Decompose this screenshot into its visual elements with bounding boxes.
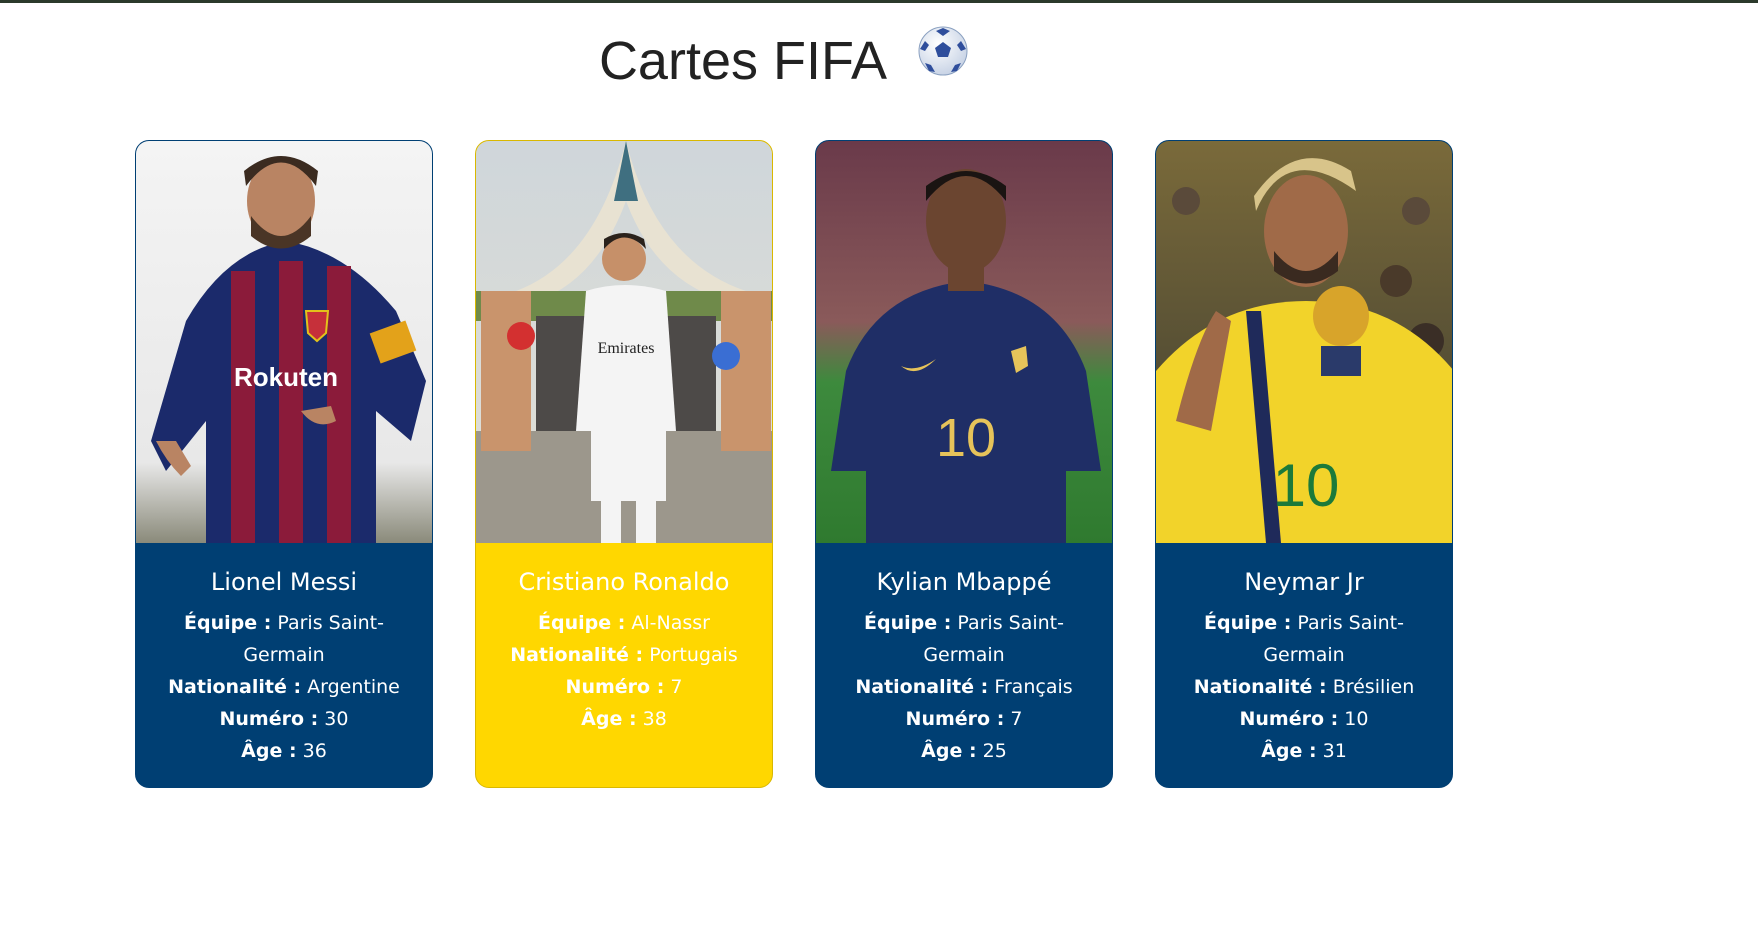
nationality-label: Nationalité : [168,676,302,698]
page-title-text: Cartes FIFA [598,31,885,91]
number-value: 7 [1010,708,1023,730]
age-label: Âge : [1261,740,1317,762]
player-name: Neymar Jr [1244,568,1364,596]
player-photo-ronaldo: Emirates [476,141,772,543]
player-photo-neymar: 10 [1156,141,1452,543]
page-title: Cartes FIFA [0,26,1568,100]
age-value: 25 [982,740,1007,762]
player-info-ronaldo: Cristiano Ronaldo Équipe : Al-Nassr Nati… [476,543,772,735]
number-label: Numéro : [219,708,319,730]
ronaldo-sponsor-text: Emirates [598,340,655,357]
number-label: Numéro : [565,676,665,698]
player-card-mbappe[interactable]: 10 Kylian Mbappé Équipe : Paris Saint-Ge… [815,140,1113,788]
player-name: Lionel Messi [210,568,358,596]
player-info-neymar: Neymar Jr Équipe : Paris Saint-Germain N… [1156,543,1452,767]
player-photo-messi: Rokuten [136,141,432,543]
number-label: Numéro : [905,708,1005,730]
number-value: 30 [324,708,349,730]
player-name: Cristiano Ronaldo [518,568,730,596]
age-value: 36 [302,740,327,762]
nationality-value: Portugais [649,644,738,666]
messi-sponsor-text: Rokuten [234,362,338,392]
team-label: Équipe : [538,612,626,634]
nationality-label: Nationalité : [1193,676,1327,698]
player-stats: Équipe : Paris Saint-Germain Nationalité… [1156,607,1452,767]
player-stats: Équipe : Al-Nassr Nationalité : Portugai… [476,607,772,735]
team-value: Al-Nassr [631,612,710,634]
player-stats: Équipe : Paris Saint-Germain Nationalité… [136,607,432,767]
top-border [0,0,1758,3]
team-label: Équipe : [864,612,952,634]
player-info-mbappe: Kylian Mbappé Équipe : Paris Saint-Germa… [816,543,1112,767]
player-name: Kylian Mbappé [876,568,1052,596]
player-card-ronaldo[interactable]: Emirates Cristiano Ronaldo Équipe : Al-N… [475,140,773,788]
team-label: Équipe : [1204,612,1292,634]
age-label: Âge : [241,740,297,762]
number-label: Numéro : [1239,708,1339,730]
nationality-label: Nationalité : [855,676,989,698]
age-value: 38 [642,708,667,730]
player-card-messi[interactable]: Rokuten Lionel Messi Équipe : Paris Sain… [135,140,433,788]
soccer-ball-icon [917,24,969,94]
nationality-value: Français [994,676,1073,698]
nationality-label: Nationalité : [510,644,644,666]
team-label: Équipe : [184,612,272,634]
age-label: Âge : [921,740,977,762]
nationality-value: Argentine [307,676,400,698]
number-value: 10 [1344,708,1369,730]
player-stats: Équipe : Paris Saint-Germain Nationalité… [816,607,1112,767]
age-label: Âge : [581,708,637,730]
number-value: 7 [670,676,683,698]
mbappe-shirt-number: 10 [936,408,996,468]
player-info-messi: Lionel Messi Équipe : Paris Saint-Germai… [136,543,432,767]
player-card-neymar[interactable]: 10 Neymar Jr Équipe : Paris Saint-Germai… [1155,140,1453,788]
nationality-value: Brésilien [1332,676,1415,698]
neymar-shirt-number: 10 [1273,452,1340,519]
age-value: 31 [1322,740,1347,762]
player-photo-mbappe: 10 [816,141,1112,543]
